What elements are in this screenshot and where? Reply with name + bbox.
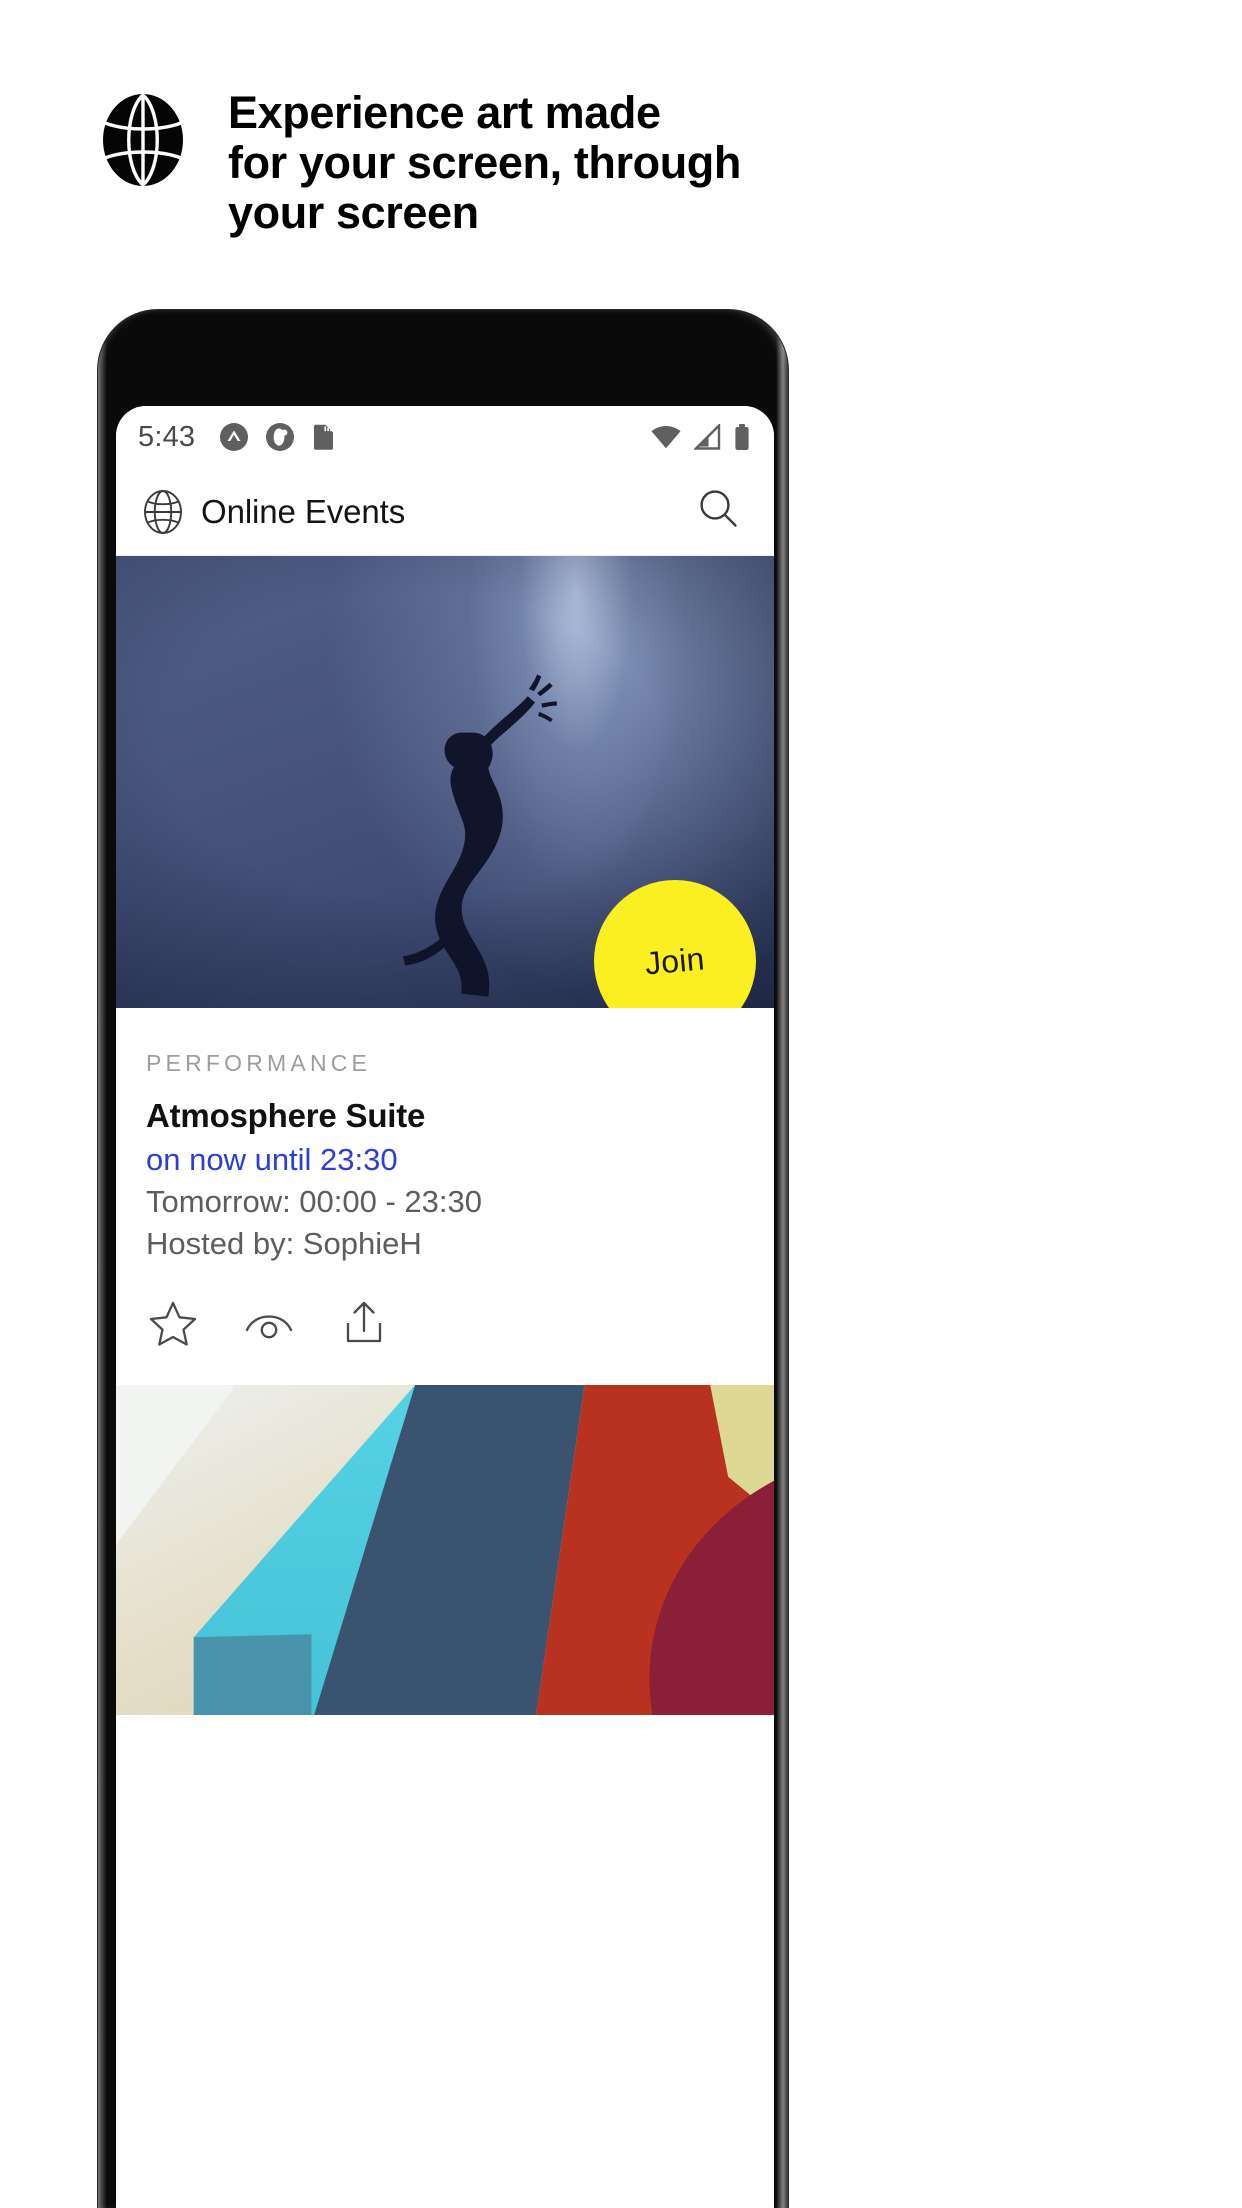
globe-outline-icon — [144, 489, 182, 534]
headline-line-2: for your screen, through — [228, 136, 741, 188]
promo-block: Experience art made for your screen, thr… — [100, 88, 741, 238]
event-category-label: PERFORMANCE — [146, 1050, 372, 1076]
event-hero-image[interactable]: Join — [116, 556, 774, 1008]
share-icon[interactable] — [338, 1296, 390, 1355]
eye-icon[interactable] — [240, 1297, 298, 1354]
sd-card-icon — [314, 424, 334, 450]
event-live-status: on now until 23:30 — [146, 1142, 398, 1177]
status-notification-icons — [219, 422, 336, 452]
page-title: Experience art made for your screen, thr… — [228, 88, 741, 238]
app-bar-brand[interactable]: Online Events — [142, 489, 405, 535]
wifi-icon — [651, 425, 681, 449]
app-bar-title: Online Events — [201, 492, 406, 530]
caret-circle-notification-icon — [220, 423, 249, 451]
event-card: PERFORMANCE Atmosphere Suite on now unti… — [116, 1008, 774, 1385]
headline-line-3: your screen — [228, 186, 479, 238]
cellular-signal-icon — [694, 424, 721, 450]
phone-screen: 5:43 Online Events Join PERFORMANCE Atmo… — [116, 406, 774, 2208]
headline-line-1: Experience art made — [228, 87, 661, 138]
phone-mockup: 5:43 Online Events Join PERFORMANCE Atmo… — [98, 310, 788, 2208]
event-schedule: Tomorrow: 00:00 - 23:30 — [146, 1184, 483, 1219]
status-bar: 5:43 — [116, 406, 774, 468]
event-title: Atmosphere Suite — [146, 1097, 426, 1134]
search-icon[interactable] — [690, 480, 748, 543]
status-system-icons — [650, 423, 750, 451]
event-actions — [146, 1296, 744, 1355]
clock-circle-notification-icon — [266, 423, 295, 451]
status-time: 5:43 — [138, 420, 196, 453]
battery-icon — [735, 424, 749, 450]
star-icon[interactable] — [146, 1297, 200, 1354]
event-host: Hosted by: SophieH — [146, 1226, 422, 1261]
join-button-label: Join — [643, 939, 707, 982]
next-event-artwork[interactable] — [116, 1385, 774, 1715]
app-bar: Online Events — [116, 468, 774, 556]
globe-filled-icon — [103, 93, 183, 187]
screenshot-root: Experience art made for your screen, thr… — [0, 0, 1242, 2208]
